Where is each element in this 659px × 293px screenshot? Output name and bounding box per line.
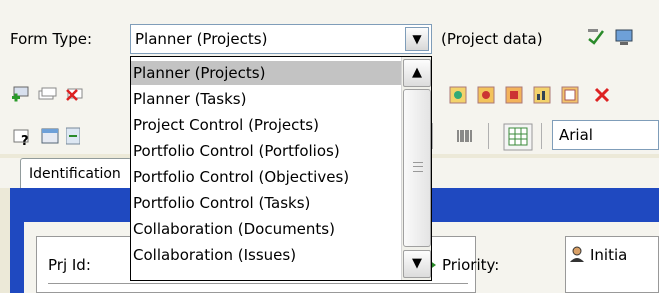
scroll-up-icon[interactable]: ▲ <box>403 59 431 87</box>
edit-check-icon[interactable] <box>586 27 606 47</box>
barcode-icon[interactable] <box>455 126 475 146</box>
field-divider <box>48 283 468 284</box>
initiator-label: Initia <box>590 246 628 264</box>
grip-icon <box>413 162 423 172</box>
report-yellow-icon[interactable] <box>448 85 468 105</box>
scroll-down-icon[interactable]: ▼ <box>403 250 431 278</box>
dropdown-option-project-control-projects[interactable]: Project Control (Projects) <box>131 113 401 137</box>
form-type-value: Planner (Projects) <box>135 30 268 48</box>
help-cursor-icon[interactable]: ? <box>12 126 32 149</box>
report-chart-icon[interactable] <box>532 85 552 105</box>
report-orange-icon[interactable] <box>476 85 496 105</box>
duplicate-row-icon[interactable] <box>37 85 57 105</box>
delete-row-icon[interactable] <box>64 85 84 105</box>
dropdown-option-portfolio-control-tasks[interactable]: Portfolio Control (Tasks) <box>131 191 401 215</box>
form-type-dropdown-list[interactable]: Planner (Projects) Planner (Tasks) Proje… <box>130 56 432 281</box>
dropdown-option-portfolio-control-portfolios[interactable]: Portfolio Control (Portfolios) <box>131 139 401 163</box>
window-icon[interactable] <box>40 126 60 146</box>
font-name-value: Arial <box>559 126 593 144</box>
save-computer-icon[interactable] <box>614 27 634 47</box>
toolbar-separator <box>541 123 542 149</box>
dropdown-scrollbar[interactable]: ▲ ▼ <box>401 57 431 280</box>
dropdown-option-collaboration-documents[interactable]: Collaboration (Documents) <box>131 217 401 241</box>
chevron-down-icon[interactable]: ▼ <box>405 27 429 51</box>
toolbar-separator <box>432 123 433 149</box>
form-type-bar: Form Type: Planner (Projects) ▼ (Project… <box>0 0 659 60</box>
close-red-icon[interactable] <box>592 85 612 105</box>
person-icon <box>568 245 586 263</box>
report-red-icon[interactable] <box>504 85 524 105</box>
project-data-label: (Project data) <box>441 30 543 48</box>
form-type-select[interactable]: Planner (Projects) ▼ <box>130 24 432 54</box>
scrollbar-thumb[interactable] <box>403 89 431 247</box>
svg-text:?: ? <box>21 134 29 146</box>
toolbar-separator <box>488 123 489 149</box>
report-table-icon[interactable] <box>560 85 580 105</box>
dropdown-option-portfolio-control-objectives[interactable]: Portfolio Control (Objectives) <box>131 165 401 189</box>
form-type-label: Form Type: <box>10 30 93 48</box>
tab-identification[interactable]: Identification <box>20 158 132 190</box>
dropdown-option-collaboration-issues[interactable]: Collaboration (Issues) <box>131 243 401 267</box>
font-name-select[interactable]: Arial <box>552 120 659 150</box>
expand-arrows-icon[interactable] <box>65 126 86 146</box>
priority-label: Priority: <box>442 256 500 274</box>
dropdown-option-planner-tasks[interactable]: Planner (Tasks) <box>131 87 401 111</box>
prj-id-label: Prj Id: <box>48 256 91 274</box>
table-grid-icon[interactable] <box>503 123 533 151</box>
add-row-icon[interactable] <box>10 85 30 105</box>
dropdown-option-planner-projects[interactable]: Planner (Projects) <box>131 61 401 85</box>
